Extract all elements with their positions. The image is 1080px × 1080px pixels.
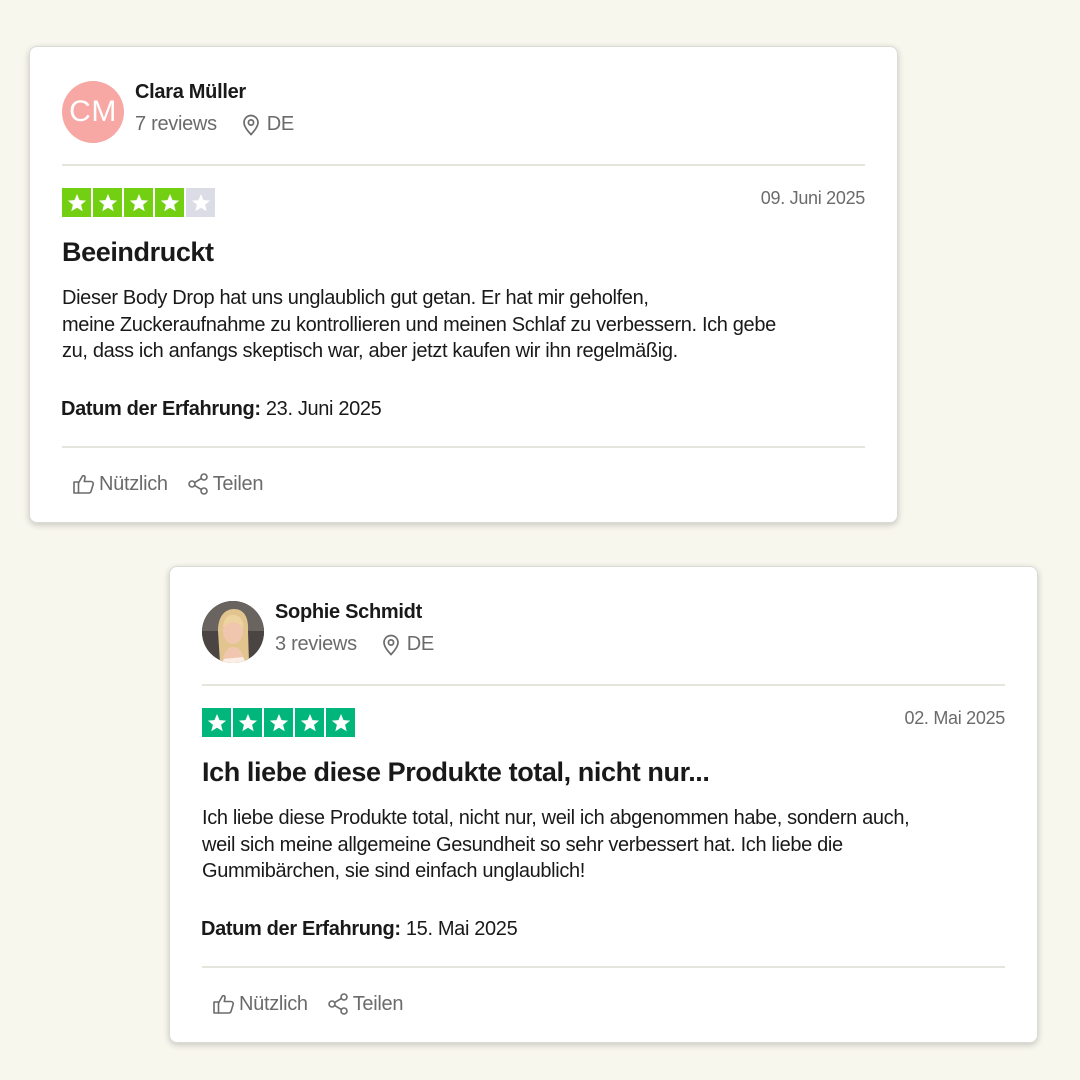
useful-button[interactable]: Nützlich (212, 993, 308, 1016)
location-pin-icon (381, 634, 401, 656)
star-filled-icon (155, 188, 184, 217)
review-count: 3 reviews (275, 633, 357, 655)
review-card: Sophie Schmidt 3 reviews DE 02. Mai 2025… (169, 566, 1038, 1043)
divider (202, 966, 1005, 968)
star-filled-icon (62, 188, 91, 217)
avatar[interactable] (202, 601, 264, 663)
useful-label: Nützlich (239, 992, 308, 1015)
review-actions: Nützlich Teilen (212, 992, 404, 1016)
share-icon (326, 992, 350, 1016)
review-title[interactable]: Ich liebe diese Produkte total, nicht nu… (202, 757, 710, 788)
star-filled-icon (124, 188, 153, 217)
star-rating (62, 188, 215, 217)
reviewer-country: DE (266, 113, 294, 135)
experience-date-value: 15. Mai 2025 (405, 918, 518, 940)
star-rating (202, 708, 355, 737)
avatar-initials: CM (69, 95, 117, 128)
review-body: Dieser Body Drop hat uns unglaublich gut… (62, 287, 776, 362)
star-empty-icon (186, 188, 215, 217)
review-date: 02. Mai 2025 (904, 708, 1006, 728)
location-pin-icon (241, 114, 261, 136)
review-title[interactable]: Beeindruckt (62, 237, 214, 268)
star-filled-icon (264, 708, 293, 737)
review-actions: Nützlich Teilen (72, 472, 264, 496)
star-filled-icon (326, 708, 355, 737)
share-label: Teilen (352, 992, 404, 1015)
experience-date-label: Datum der Erfahrung: (201, 918, 401, 940)
star-filled-icon (93, 188, 122, 217)
experience-date-label: Datum der Erfahrung: (61, 398, 261, 420)
review-date: 09. Juni 2025 (760, 188, 866, 208)
useful-button[interactable]: Nützlich (72, 473, 168, 496)
reviewer-meta: 3 reviews DE (275, 633, 434, 656)
useful-label: Nützlich (99, 472, 168, 495)
share-button[interactable]: Teilen (326, 992, 404, 1016)
thumbs-up-icon (72, 473, 96, 495)
star-filled-icon (202, 708, 231, 737)
experience-date-value: 23. Juni 2025 (265, 398, 382, 420)
review-card: CM Clara Müller 7 reviews DE 09. Juni 20… (29, 46, 898, 523)
review-body: Ich liebe diese Produkte total, nicht nu… (202, 807, 910, 882)
reviewer-meta: 7 reviews DE (135, 113, 294, 136)
experience-date: Datum der Erfahrung: 15. Mai 2025 (201, 918, 518, 941)
divider (62, 164, 865, 166)
experience-date: Datum der Erfahrung: 23. Juni 2025 (61, 398, 382, 421)
star-filled-icon (233, 708, 262, 737)
divider (202, 684, 1005, 686)
share-label: Teilen (212, 472, 264, 495)
avatar[interactable]: CM (62, 81, 124, 143)
thumbs-up-icon (212, 993, 236, 1015)
reviewer-country: DE (406, 633, 434, 655)
reviewer-name[interactable]: Clara Müller (135, 81, 246, 104)
divider (62, 446, 865, 448)
star-filled-icon (295, 708, 324, 737)
share-button[interactable]: Teilen (186, 472, 264, 496)
share-icon (186, 472, 210, 496)
reviewer-name[interactable]: Sophie Schmidt (275, 601, 422, 624)
review-count: 7 reviews (135, 113, 217, 135)
